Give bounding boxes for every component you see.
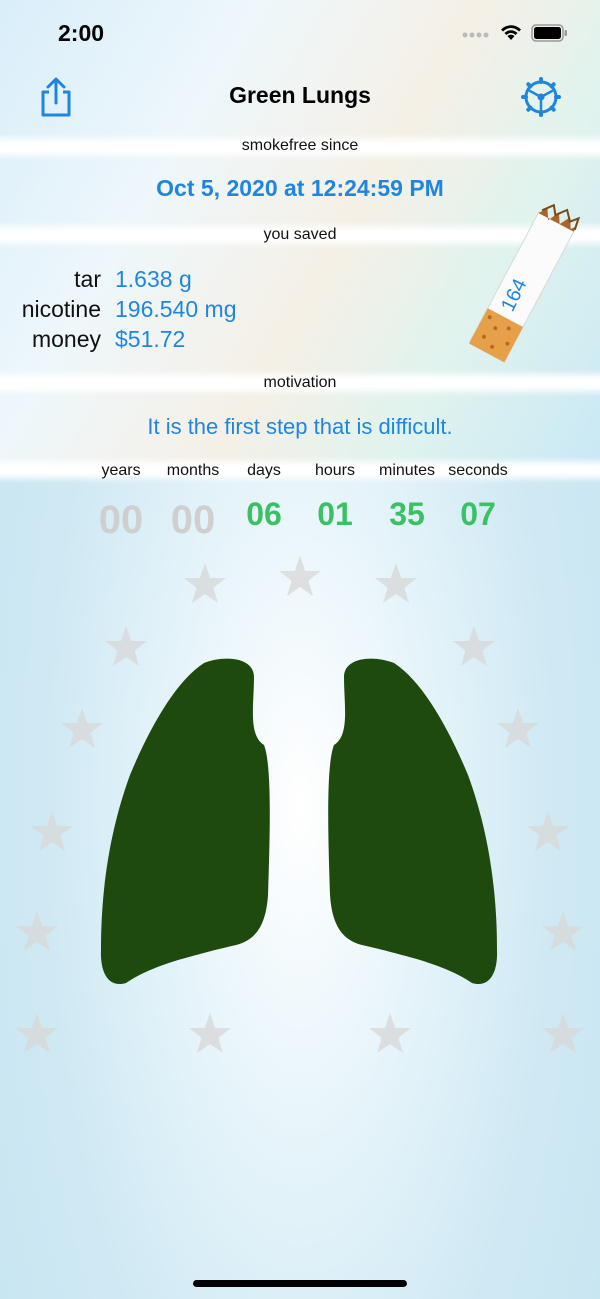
saved-value: 196.540 mg [115, 296, 237, 322]
unit-label-days: days [247, 462, 281, 479]
saved-key: tar [74, 266, 101, 292]
unit-label-years: years [101, 462, 141, 479]
home-indicator[interactable] [193, 1280, 407, 1287]
unit-value-years: 00 [98, 498, 144, 542]
status-time: 2:00 [58, 20, 105, 46]
saved-value: 1.638 g [115, 266, 192, 292]
unit-label-months: months [166, 462, 220, 479]
app-title: Green Lungs [229, 82, 371, 108]
left-lung [100, 658, 270, 985]
lungs-image [100, 658, 498, 985]
unit-label-seconds: seconds [448, 462, 508, 479]
settings-button[interactable] [521, 77, 561, 117]
battery-icon [531, 24, 567, 42]
status-bar: 2:00 [0, 0, 600, 62]
unit-label-hours: hours [314, 462, 356, 479]
cellular-signal-icon [462, 32, 489, 38]
unit-label-minutes: minutes [378, 462, 436, 479]
unit-value-hours: 01 [317, 496, 353, 532]
unit-value-months: 00 [170, 498, 216, 542]
saved-value: $51.72 [115, 326, 186, 352]
unit-value-days: 06 [246, 496, 282, 532]
gear-wheel-icon [521, 77, 561, 117]
saved-key: nicotine [21, 296, 101, 322]
motivation-label: motivation [263, 374, 337, 391]
unit-value-minutes: 35 [389, 496, 425, 532]
smokefree-label: smokefree since [241, 137, 359, 154]
wifi-icon [501, 25, 521, 40]
motivation-quote: It is the first step that is difficult. [147, 414, 453, 439]
saved-key: money [31, 326, 101, 352]
right-lung [328, 658, 498, 985]
unit-value-seconds: 07 [460, 496, 496, 532]
